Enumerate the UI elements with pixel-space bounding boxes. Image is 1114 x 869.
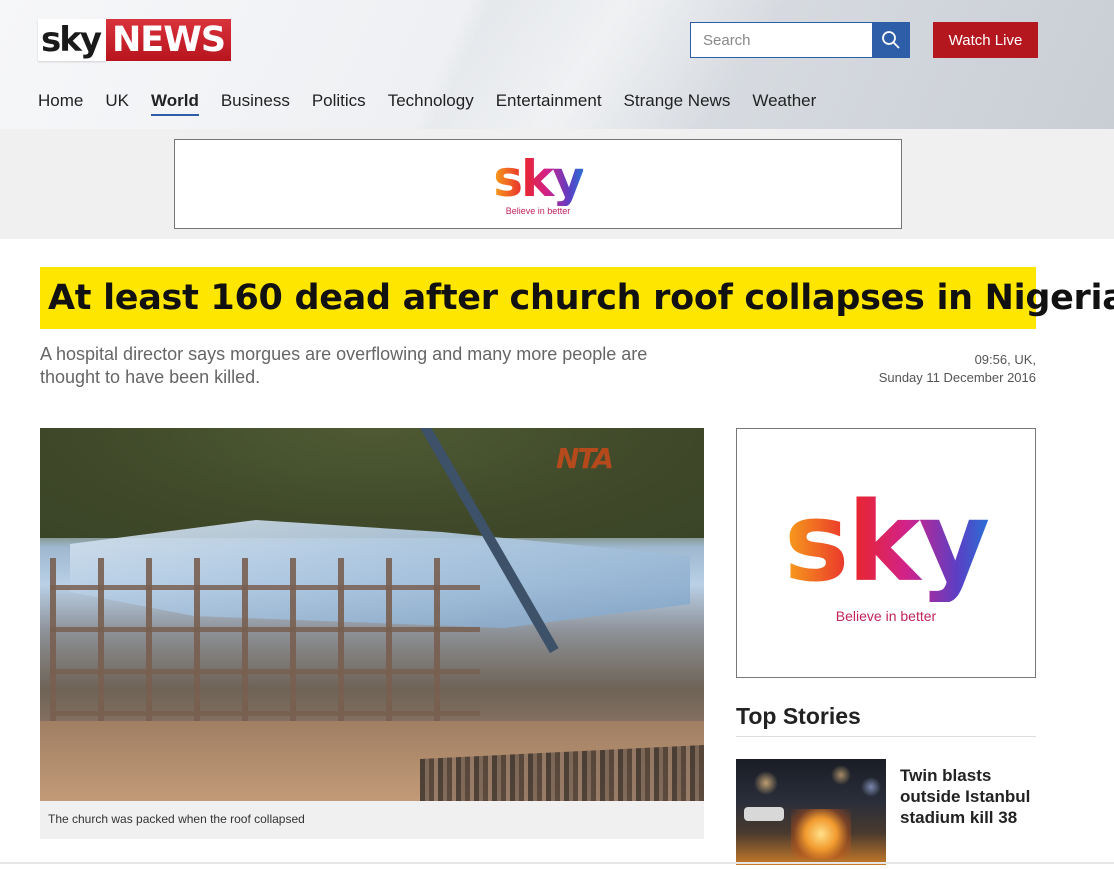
search-box xyxy=(690,22,910,58)
thumb-car xyxy=(744,807,784,821)
thumb-lights xyxy=(736,759,886,799)
nav-item-home[interactable]: Home xyxy=(38,90,83,116)
logo-news-text: NEWS xyxy=(106,19,232,61)
main-nav: Home UK World Business Politics Technolo… xyxy=(38,90,838,116)
banner-ad[interactable]: sky Believe in better xyxy=(174,139,902,229)
nav-item-uk[interactable]: UK xyxy=(105,90,129,116)
article-image[interactable]: NTA xyxy=(40,428,704,801)
article-standfirst: A hospital director says morgues are ove… xyxy=(40,344,648,387)
logo-sky-text: sky xyxy=(38,19,107,61)
nav-item-strange-news[interactable]: Strange News xyxy=(624,90,731,116)
thumb-fire xyxy=(791,809,851,859)
nav-item-business[interactable]: Business xyxy=(221,90,290,116)
top-stories-heading: Top Stories xyxy=(736,703,1036,737)
ad-band: sky Believe in better xyxy=(0,129,1114,239)
image-watermark: NTA xyxy=(556,442,614,475)
page-divider xyxy=(0,862,1114,864)
side-ad-wordmark: sky xyxy=(783,478,990,606)
watch-live-button[interactable]: Watch Live xyxy=(933,22,1038,58)
search-button[interactable] xyxy=(872,22,910,58)
nav-item-weather[interactable]: Weather xyxy=(752,90,816,116)
nav-item-technology[interactable]: Technology xyxy=(388,90,474,116)
top-story-item[interactable]: Twin blasts outside Istanbul stadium kil… xyxy=(736,759,1036,865)
story-title: Twin blasts outside Istanbul stadium kil… xyxy=(900,766,1031,827)
article-dateline: 09:56, UK, Sunday 11 December 2016 xyxy=(879,351,1036,387)
nav-item-politics[interactable]: Politics xyxy=(312,90,366,116)
side-ad[interactable]: sky Believe in better xyxy=(736,428,1036,678)
side-ad-tagline: Believe in better xyxy=(835,608,937,624)
site-header: sky NEWS Watch Live Home UK World Busine… xyxy=(0,0,1114,129)
article-headline: At least 160 dead after church roof coll… xyxy=(40,267,1114,329)
search-icon xyxy=(882,31,900,49)
story-thumbnail xyxy=(736,759,886,865)
nav-item-entertainment[interactable]: Entertainment xyxy=(496,90,602,116)
banner-ad-tagline: Believe in better xyxy=(505,206,571,216)
article-time: 09:56, UK, xyxy=(974,352,1036,367)
image-caption: The church was packed when the roof coll… xyxy=(40,801,704,839)
search-input[interactable] xyxy=(690,22,872,58)
banner-ad-wordmark: sky xyxy=(493,150,585,208)
article-date: Sunday 11 December 2016 xyxy=(878,370,1036,385)
nav-item-world[interactable]: World xyxy=(150,90,199,116)
sky-news-logo[interactable]: sky NEWS xyxy=(38,19,232,61)
